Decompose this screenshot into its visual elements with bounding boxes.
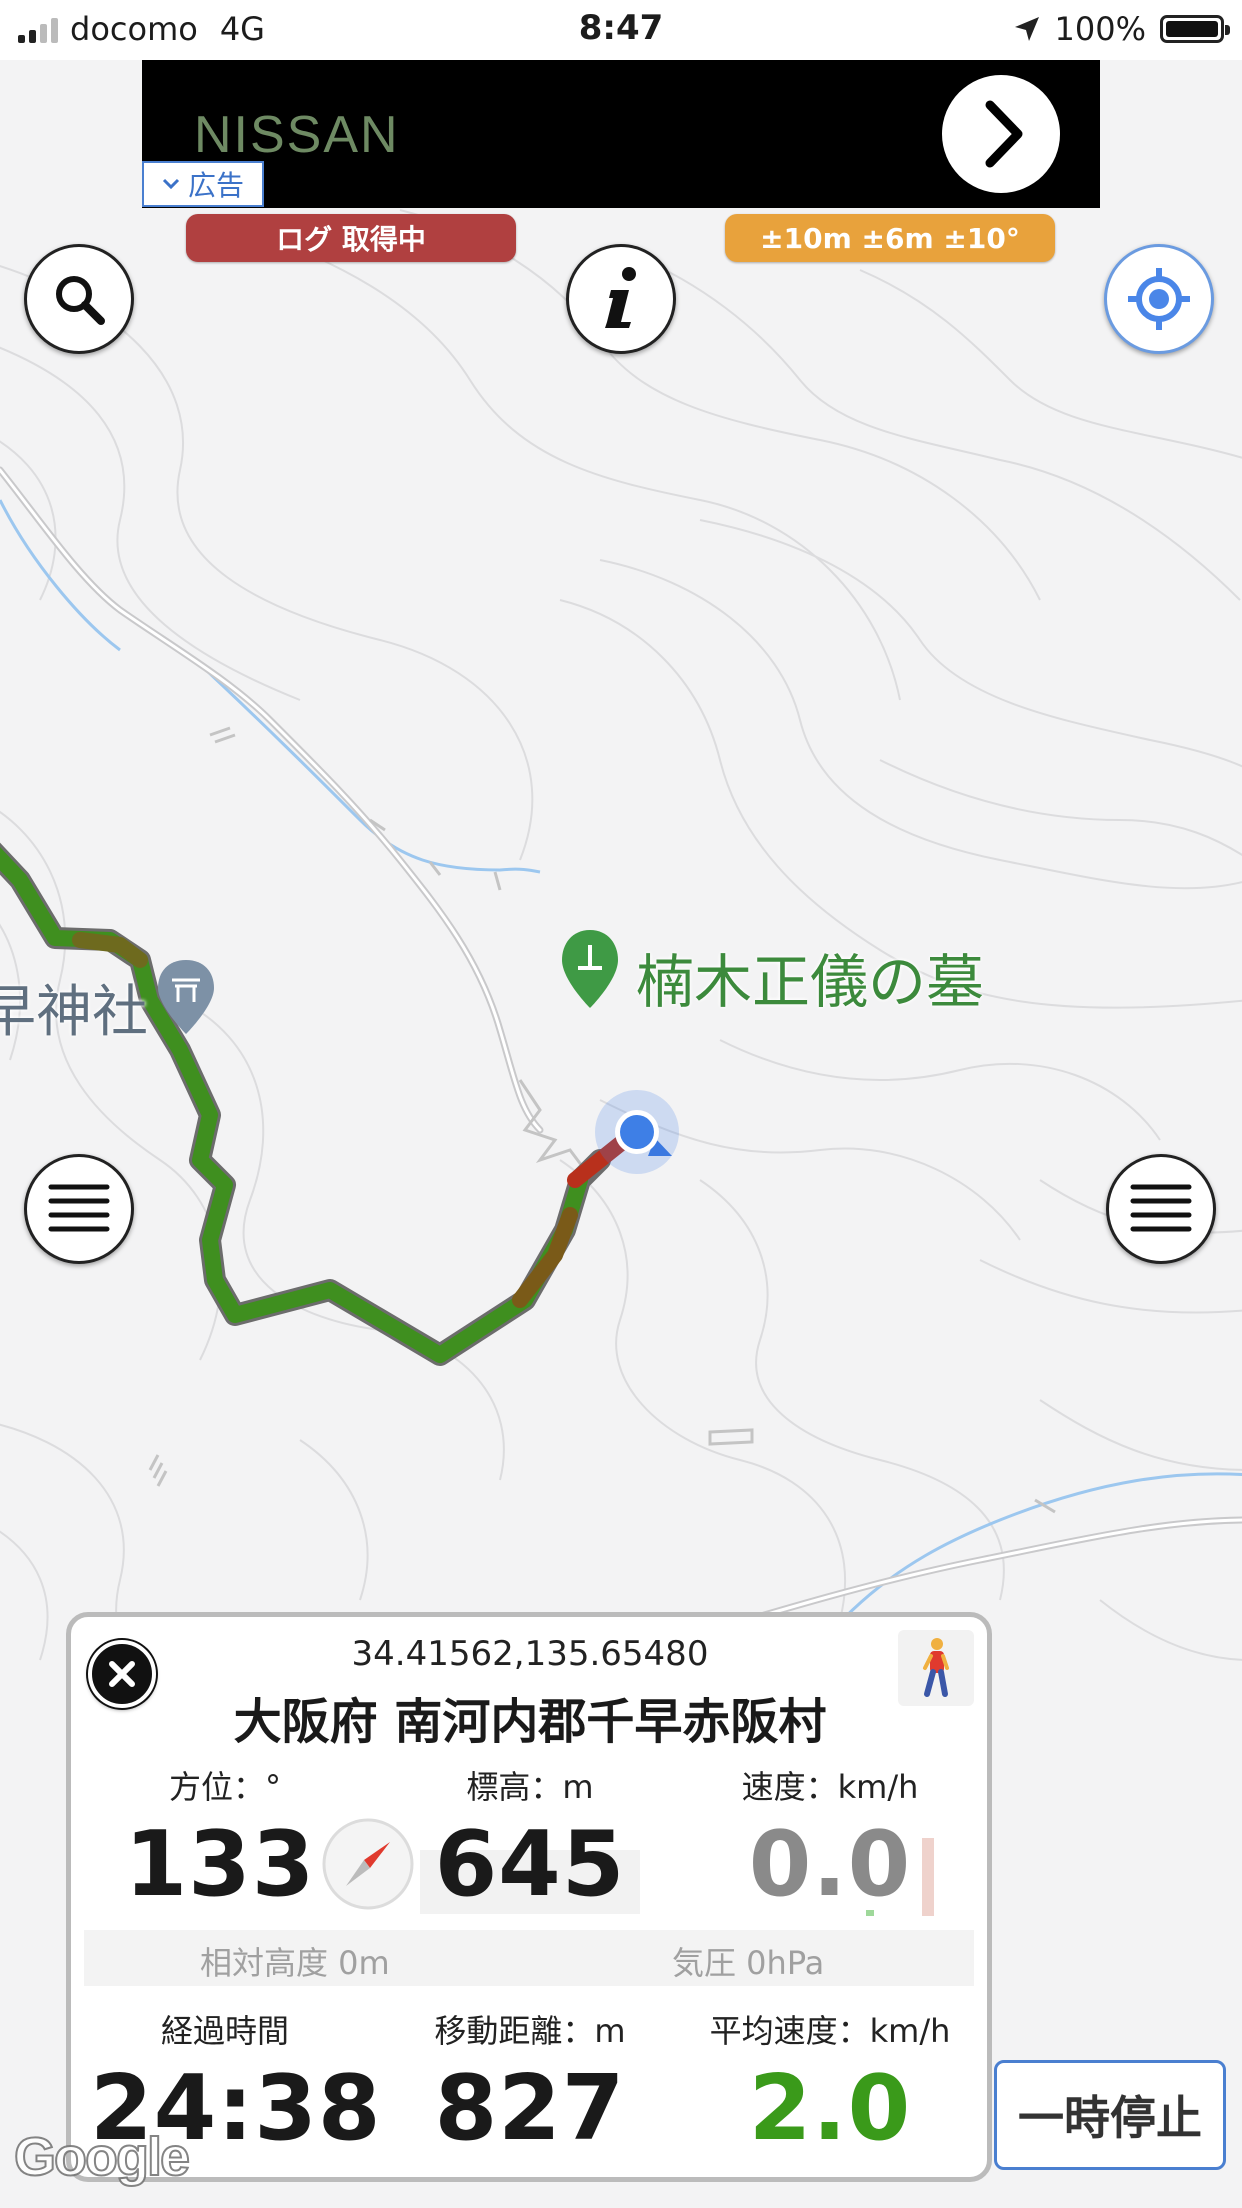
- ad-tag-label: 広告: [187, 169, 244, 202]
- ad-brand: NISSAN: [194, 106, 400, 164]
- info-button[interactable]: [566, 244, 676, 354]
- distance-label: 移動距離：m: [434, 2012, 626, 2050]
- left-menu-button[interactable]: [24, 1154, 134, 1264]
- coordinates: 34.41562,135.65480: [351, 1634, 709, 1674]
- log-status-badge[interactable]: ログ 取得中: [186, 214, 516, 262]
- speed-bar: [922, 1838, 934, 1916]
- poi-label[interactable]: 楠木正儀の墓: [636, 935, 984, 1019]
- status-bar: docomo 4G 8:47 100%: [0, 0, 1242, 60]
- pause-button[interactable]: 一時停止: [994, 2060, 1226, 2170]
- distance-value: 827: [434, 2056, 626, 2161]
- search-button[interactable]: [24, 244, 134, 354]
- ad-tag[interactable]: 広告: [142, 161, 264, 207]
- ad-banner[interactable]: NISSAN: [142, 60, 1100, 208]
- chevron-right-icon: [985, 100, 1023, 168]
- speed-label: 速度：km/h: [741, 1768, 919, 1806]
- menu-icon: [48, 1184, 110, 1232]
- search-icon: [56, 276, 105, 325]
- locate-me-button[interactable]: [1104, 244, 1214, 354]
- altitude-label: 標高：m: [466, 1768, 594, 1806]
- menu-icon: [1130, 1184, 1192, 1232]
- elapsed-time-label: 経過時間: [160, 2012, 289, 2050]
- accuracy-badge[interactable]: ±10m ±6m ±10°: [725, 214, 1055, 262]
- avg-speed-label: 平均速度：km/h: [709, 2012, 951, 2050]
- pressure: 気圧 0hPa: [672, 1944, 825, 1982]
- avg-speed-value: 2.0: [748, 2056, 912, 2161]
- compass-icon: [322, 1818, 414, 1910]
- shrine-label[interactable]: 早神社: [0, 967, 148, 1048]
- battery-percent: 100%: [1054, 10, 1146, 48]
- address: 大阪府 南河内郡千早赤阪村: [233, 1694, 827, 1750]
- current-location-marker: [595, 1090, 679, 1174]
- chevron-down-icon: [162, 178, 180, 190]
- speed-value: 0.0: [748, 1812, 912, 1917]
- crosshair-icon: [1128, 268, 1190, 330]
- location-arrow-icon: [1014, 17, 1039, 41]
- relative-altitude: 相対高度 0m: [200, 1944, 390, 1982]
- right-menu-button[interactable]: [1106, 1154, 1216, 1264]
- info-icon: [605, 267, 636, 328]
- heading-value: 133: [124, 1812, 316, 1917]
- heading-label: 方位：°: [168, 1768, 281, 1806]
- map-attribution-logo: Google: [13, 2126, 191, 2188]
- altitude-value: 645: [434, 1812, 626, 1917]
- battery-icon: [1160, 15, 1230, 43]
- ad-arrow-button[interactable]: [942, 75, 1060, 193]
